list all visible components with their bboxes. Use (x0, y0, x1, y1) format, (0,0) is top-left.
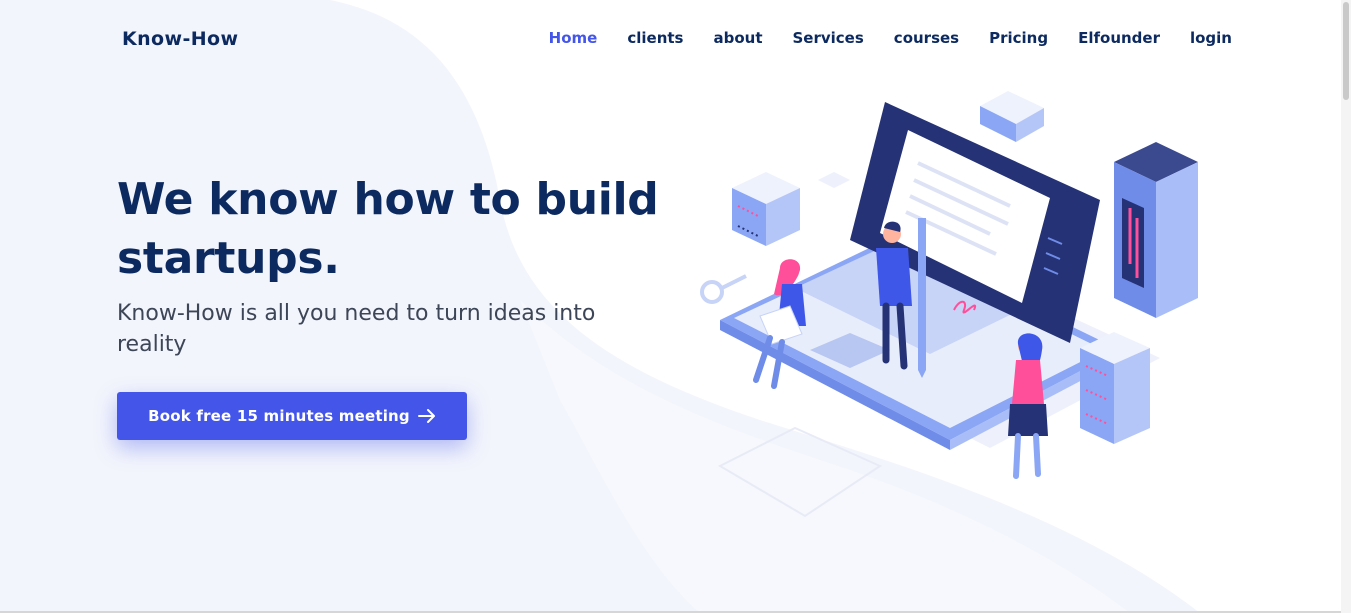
hero-title: We know how to build startups. (117, 170, 677, 288)
nav-services[interactable]: Services (793, 29, 864, 47)
nav-courses[interactable]: courses (894, 29, 959, 47)
isometric-startup-illustration (700, 91, 1198, 518)
hero-title-line-1: We know how to build (117, 174, 659, 225)
nav-login[interactable]: login (1190, 29, 1232, 47)
site-header: Know-How Home clients about Services cou… (0, 0, 1341, 80)
book-meeting-label: Book free 15 minutes meeting (148, 407, 410, 425)
brand-logo[interactable]: Know-How (122, 28, 238, 50)
nav-about[interactable]: about (713, 29, 762, 47)
scrollbar[interactable] (1341, 0, 1351, 613)
arrow-right-icon (417, 409, 436, 423)
main-nav: Home clients about Services courses Pric… (549, 29, 1232, 47)
hero-section: We know how to build startups. Know-How … (117, 170, 677, 360)
hero-subtitle: Know-How is all you need to turn ideas i… (117, 301, 596, 357)
nav-elfounder[interactable]: Elfounder (1078, 29, 1160, 47)
nav-clients[interactable]: clients (627, 29, 683, 47)
scrollbar-thumb[interactable] (1343, 2, 1349, 100)
nav-home[interactable]: Home (549, 29, 598, 47)
book-meeting-button[interactable]: Book free 15 minutes meeting (117, 392, 467, 440)
nav-pricing[interactable]: Pricing (989, 29, 1048, 47)
hero-title-line-2: startups. (117, 233, 340, 284)
